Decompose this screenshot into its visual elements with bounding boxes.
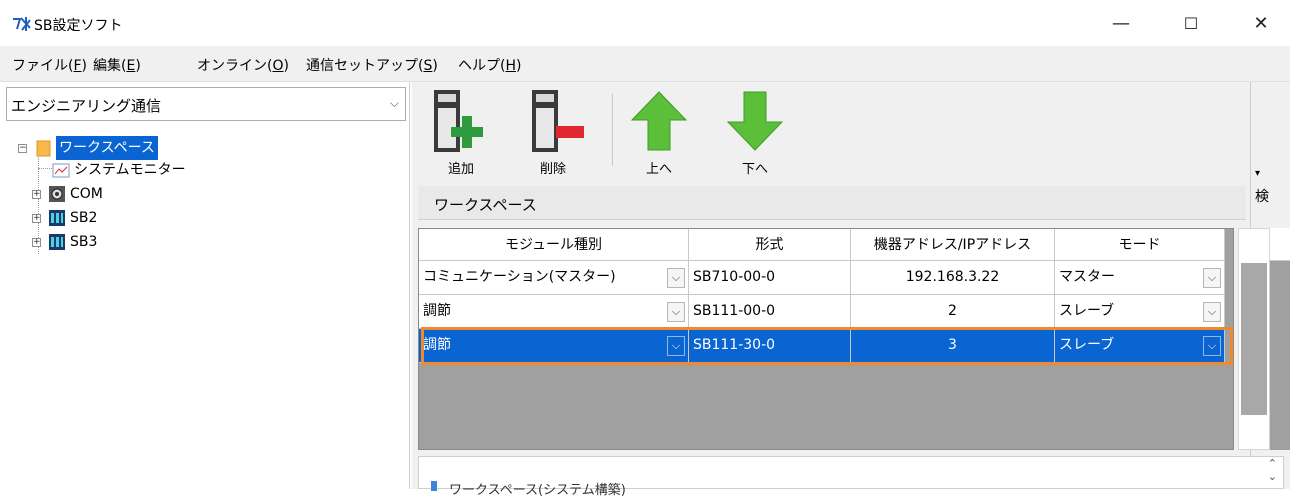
scroll-updown-icon[interactable]: ⌃ ⌄ xyxy=(1268,457,1277,483)
column-header-model[interactable]: 形式 xyxy=(689,229,851,261)
column-header-mode[interactable]: モード xyxy=(1055,229,1225,261)
table-row-cell-type[interactable]: コミュニケーション(マスター) ⌵ xyxy=(419,261,689,295)
expand-icon[interactable]: + xyxy=(32,190,41,199)
monitor-chart-icon xyxy=(52,163,70,178)
tree-label-workspace: ワークスペース xyxy=(56,136,158,160)
comm-mode-value: エンジニアリング通信 xyxy=(11,97,162,115)
section-title: ワークスペース xyxy=(434,196,537,214)
table-row-cell-type[interactable]: 調節 ⌵ xyxy=(419,295,689,329)
port-icon xyxy=(49,186,65,202)
chevron-down-icon[interactable]: ⌵ xyxy=(390,96,399,111)
chevron-down-icon[interactable]: ⌵ xyxy=(667,268,685,288)
tree-label-sb3: SB3 xyxy=(70,234,98,250)
move-up-button[interactable]: 上へ xyxy=(624,88,694,177)
chevron-down-icon[interactable]: ⌵ xyxy=(1203,268,1221,288)
expand-icon[interactable]: + xyxy=(32,238,41,247)
table-row-cell-model[interactable]: SB710-00-0 xyxy=(689,261,851,295)
side-strip-label: 検 xyxy=(1255,189,1269,205)
comm-mode-select[interactable]: エンジニアリング通信 ⌵ xyxy=(6,87,406,121)
delete-module-button[interactable]: 削除 xyxy=(518,88,588,177)
device-icon xyxy=(49,210,65,226)
tree-label-sb2: SB2 xyxy=(70,210,98,226)
table-row-cell-address[interactable]: 192.168.3.22 xyxy=(851,261,1055,295)
menu-comm-setup[interactable]: 通信セットアップ(S) xyxy=(306,55,438,75)
chevron-down-icon[interactable]: ⌵ xyxy=(1203,302,1221,322)
scrollbar-thumb[interactable] xyxy=(1241,263,1267,415)
collapse-icon[interactable]: − xyxy=(18,144,27,153)
column-header-module-type[interactable]: モジュール種別 xyxy=(419,229,689,261)
section-header: ワークスペース xyxy=(418,186,1246,220)
toolbar-separator xyxy=(612,94,613,166)
add-label: 追加 xyxy=(447,162,474,177)
add-module-button[interactable]: 追加 xyxy=(426,88,496,177)
arrow-up-icon xyxy=(630,91,688,151)
menu-help[interactable]: ヘルプ(H) xyxy=(458,55,521,75)
move-down-button[interactable]: 下へ xyxy=(720,88,790,177)
workspace-tree: − ワークスペース システムモニター + COM + SB2 + SB3 xyxy=(0,130,410,280)
menu-file[interactable]: ファイル(F) xyxy=(12,55,87,75)
left-pane: エンジニアリング通信 ⌵ − ワークスペース システムモニター + COM + … xyxy=(0,82,410,489)
menu-bar: ファイル(F) 編集(E) オンライン(O) 通信セットアップ(S) ヘルプ(H… xyxy=(0,46,1290,82)
delete-label: 削除 xyxy=(539,162,566,177)
right-pane: 追加 削除 上へ 下へ ▾ 検 ワークスペース モジュール種別 形式 機器アドレ… xyxy=(412,82,1290,498)
description-panel: ワークスペース(システム構築) ⌃ ⌄ xyxy=(418,456,1284,498)
module-table: モジュール種別 形式 機器アドレス/IPアドレス モード コミュニケーション(マ… xyxy=(418,228,1234,450)
tree-label-com: COM xyxy=(70,186,103,202)
tree-label-system-monitor: システムモニター xyxy=(74,162,186,178)
maximize-button[interactable]: ☐ xyxy=(1168,8,1214,40)
table-row-cell-model[interactable]: SB111-00-0 xyxy=(689,295,851,329)
expand-icon[interactable]: + xyxy=(32,214,41,223)
folder-icon xyxy=(36,140,51,157)
delete-module-icon xyxy=(532,90,584,152)
table-scrollbar[interactable] xyxy=(1238,228,1270,450)
arrow-down-icon xyxy=(726,91,784,151)
selected-row-highlight xyxy=(421,327,1233,365)
column-header-address[interactable]: 機器アドレス/IPアドレス xyxy=(851,229,1055,261)
table-row-cell-address[interactable]: 2 xyxy=(851,295,1055,329)
title-bar: SB設定ソフト — ☐ ✕ xyxy=(0,0,1290,46)
up-label: 上へ xyxy=(645,162,672,177)
section-marker-icon xyxy=(431,481,437,491)
chevron-down-icon[interactable]: ⌵ xyxy=(667,302,685,322)
minimize-button[interactable]: — xyxy=(1098,8,1144,40)
device-icon xyxy=(49,234,65,250)
overflow-chevron-icon[interactable]: ▾ xyxy=(1255,168,1260,179)
toolbar: 追加 削除 上へ 下へ xyxy=(412,82,1248,182)
menu-edit[interactable]: 編集(E) xyxy=(93,55,141,75)
menu-online[interactable]: オンライン(O) xyxy=(197,55,289,75)
down-label: 下へ xyxy=(741,162,768,177)
app-logo-icon xyxy=(13,17,31,31)
table-row-cell-mode[interactable]: スレーブ ⌵ xyxy=(1055,295,1225,329)
add-module-icon xyxy=(434,90,483,152)
close-button[interactable]: ✕ xyxy=(1238,8,1284,40)
window-title: SB設定ソフト xyxy=(34,18,123,34)
table-row-cell-mode[interactable]: マスター ⌵ xyxy=(1055,261,1225,295)
